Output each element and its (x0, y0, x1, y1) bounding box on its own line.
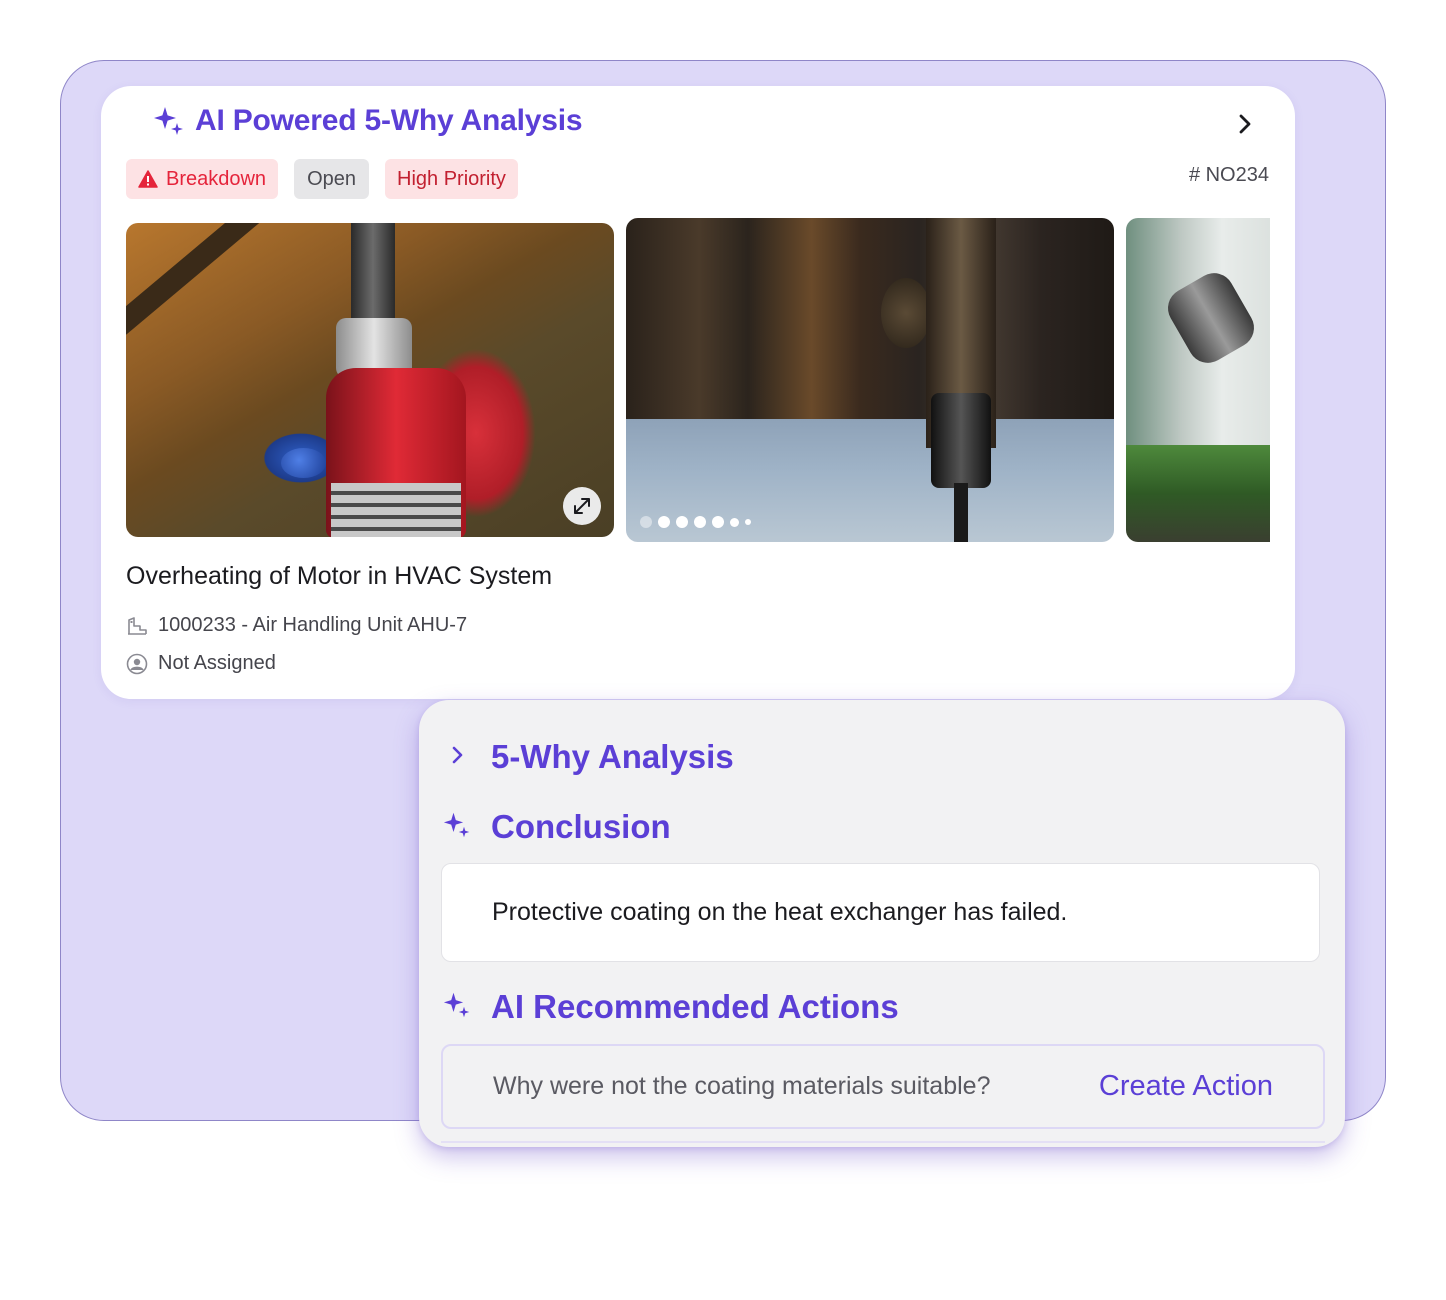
carousel-dot[interactable] (676, 516, 688, 528)
sparkle-icon (443, 991, 471, 1024)
divider (441, 1141, 1325, 1143)
priority-badge: High Priority (385, 159, 518, 199)
image-gallery[interactable] (126, 218, 1270, 548)
breakdown-badge: Breakdown (126, 159, 279, 199)
analysis-panel: 5-Why Analysis Conclusion Protective coa… (419, 700, 1345, 1147)
photo-detail (126, 223, 339, 363)
create-action-button[interactable]: Create Action (1099, 1070, 1273, 1103)
asset-icon (126, 616, 150, 636)
photo-pump[interactable] (126, 223, 614, 537)
card-title: AI Powered 5-Why Analysis (195, 104, 583, 137)
photo-detail (881, 278, 931, 348)
tag-list: Breakdown Open High Priority (126, 159, 518, 199)
ticket-id: # NO234 (1188, 164, 1269, 186)
carousel-dot[interactable] (640, 516, 652, 528)
chevron-right-icon[interactable] (1231, 110, 1259, 138)
recommended-action-item: Why were not the coating materials suita… (441, 1044, 1325, 1129)
conclusion-label: Conclusion (491, 808, 671, 845)
assignee-row: Not Assigned (126, 652, 276, 675)
user-icon (126, 653, 150, 675)
photo-detail (1160, 265, 1262, 371)
expand-icon[interactable] (563, 487, 601, 525)
conclusion-heading: Conclusion (443, 808, 671, 846)
carousel-dots[interactable] (640, 516, 751, 528)
status-badge: Open (294, 159, 369, 199)
work-order-card: AI Powered 5-Why Analysis Breakdown Open… (101, 86, 1295, 699)
carousel-dot[interactable] (694, 516, 706, 528)
photo-detail (281, 448, 326, 478)
warning-icon (138, 170, 158, 188)
carousel-dot[interactable] (658, 516, 670, 528)
photo-detail (954, 483, 968, 542)
actions-label: AI Recommended Actions (491, 988, 899, 1025)
photo-machine[interactable] (1126, 218, 1270, 542)
carousel-dot[interactable] (745, 519, 751, 525)
actions-heading: AI Recommended Actions (443, 988, 899, 1026)
why-analysis-toggle[interactable]: 5-Why Analysis (443, 738, 734, 776)
carousel-dot[interactable] (712, 516, 724, 528)
chevron-right-icon (443, 741, 471, 774)
photo-detail (331, 483, 461, 537)
sparkle-icon (153, 105, 185, 137)
photo-detail (931, 393, 991, 488)
why-analysis-label: 5-Why Analysis (491, 738, 734, 775)
issue-title: Overheating of Motor in HVAC System (126, 562, 553, 590)
assignee-label: Not Assigned (158, 652, 276, 674)
asset-row: 1000233 - Air Handling Unit AHU-7 (126, 614, 467, 637)
breakdown-label: Breakdown (166, 167, 267, 190)
asset-label: 1000233 - Air Handling Unit AHU-7 (158, 614, 468, 636)
card-header: AI Powered 5-Why Analysis (153, 104, 583, 138)
action-question: Why were not the coating materials suita… (493, 1072, 991, 1100)
carousel-dot[interactable] (730, 517, 739, 527)
conclusion-text: Protective coating on the heat exchanger… (441, 863, 1320, 962)
photo-drill[interactable] (626, 218, 1114, 542)
sparkle-icon (443, 811, 471, 844)
